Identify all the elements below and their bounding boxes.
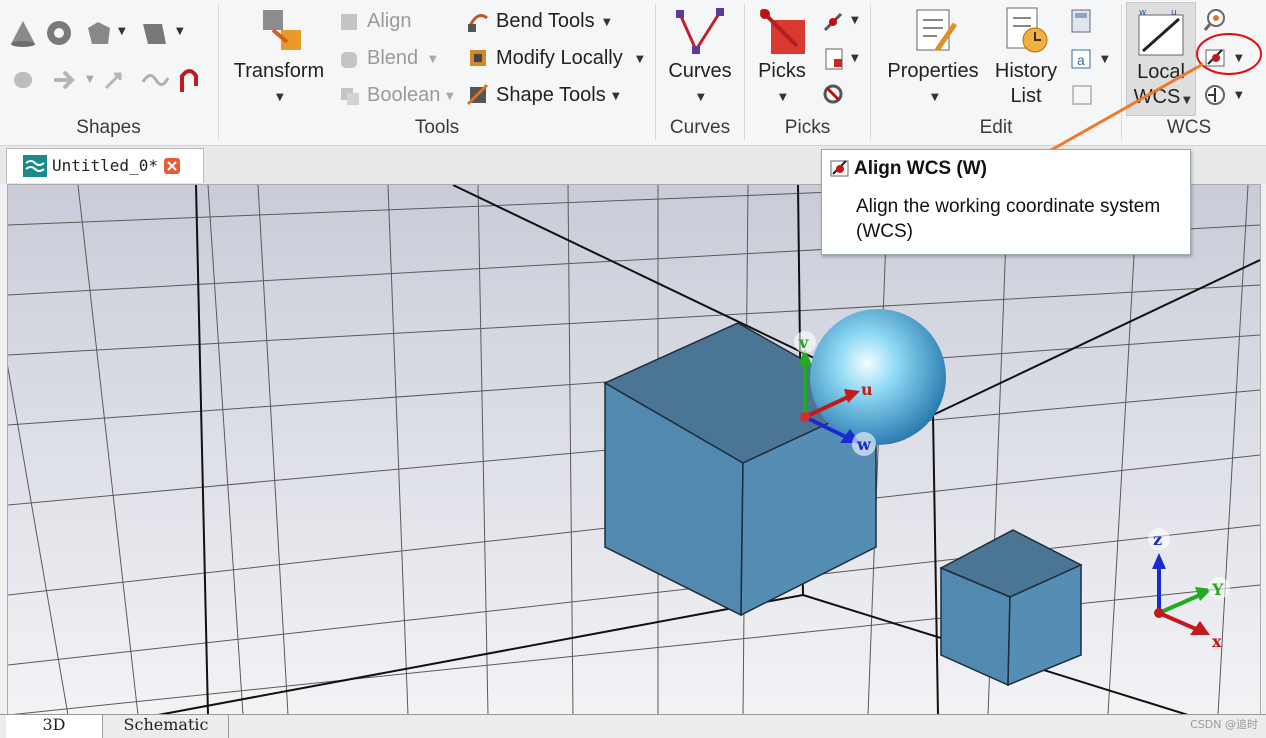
- picks-icon: [759, 8, 805, 54]
- picks-button[interactable]: Picks ▼: [747, 4, 817, 114]
- shape-dropdown-icon[interactable]: ▼: [118, 26, 126, 37]
- sweep-dropdown-icon: ▼: [86, 74, 94, 85]
- transform-label: Transform: [233, 60, 325, 82]
- local-wcs-icon: wu: [1138, 8, 1184, 56]
- shape-tools-button[interactable]: Shape Tools: [496, 84, 606, 107]
- curves-dropdown-icon: ▼: [697, 92, 705, 103]
- align-wcs-tooltip: Align WCS (W) Align the working coordina…: [821, 149, 1191, 255]
- tooltip-title: Align WCS (W): [854, 158, 987, 179]
- pick-point-dropdown-icon[interactable]: ▼: [851, 15, 859, 26]
- curves-icon: [676, 8, 724, 54]
- pick-point-icon[interactable]: [821, 8, 847, 34]
- align-wcs-icon: [830, 160, 849, 177]
- picks-group: Picks ▼ ▼ ▼ Picks: [745, 0, 870, 145]
- global-x-label: x: [1212, 632, 1222, 651]
- curves-label: Curves: [668, 60, 732, 82]
- tab-schematic[interactable]: Schematic: [104, 715, 229, 738]
- calculator-icon[interactable]: [1069, 8, 1093, 34]
- sphere[interactable]: [810, 309, 946, 445]
- watermark: CSDN @追时: [1190, 718, 1258, 731]
- extrude-icon[interactable]: [84, 18, 114, 48]
- view-tab-bar: 3D Schematic CSDN @追时: [0, 714, 1266, 738]
- bend-tools-icon: [467, 14, 488, 32]
- wire-icon: [141, 74, 170, 86]
- bondwire-icon[interactable]: [176, 66, 206, 94]
- svg-text:u: u: [1171, 8, 1177, 18]
- picks-dropdown-icon: ▼: [779, 92, 787, 103]
- wcs-w-label: w: [856, 435, 872, 454]
- history-list-icon: [1006, 7, 1048, 53]
- wcs-u-label: u: [861, 380, 873, 399]
- transform-button[interactable]: Transform ▼: [227, 4, 331, 114]
- transform-icon: [263, 10, 301, 50]
- 3d-viewport[interactable]: v u w z Y x: [7, 184, 1261, 716]
- document-icon: [23, 155, 47, 177]
- tooltip-description: Align the working coordinate system (WCS…: [856, 196, 1161, 242]
- blend-button: Blend: [367, 47, 419, 69]
- blend-icon: [341, 52, 357, 68]
- picks-label: Picks: [758, 60, 806, 82]
- document-tab-title: Untitled_0*: [52, 156, 158, 175]
- tools-group-label: Tools: [414, 117, 460, 138]
- boolean-icon: [341, 88, 359, 105]
- sweep-icon: [54, 70, 75, 90]
- loft-icon[interactable]: [140, 18, 170, 48]
- properties-dropdown-icon: ▼: [931, 92, 939, 103]
- shapes-group-label: Shapes: [76, 117, 141, 138]
- align-icon: [341, 14, 357, 30]
- shape-tools-dropdown-icon[interactable]: ▼: [612, 91, 620, 102]
- picks-group-label: Picks: [784, 117, 831, 138]
- shape-tools-icon: [466, 83, 489, 106]
- cone-icon[interactable]: [8, 18, 38, 48]
- properties-icon: [916, 9, 958, 52]
- blend-dropdown-icon: ▼: [429, 54, 437, 65]
- bend-tools-button[interactable]: Bend Tools: [496, 10, 595, 33]
- global-y-label: Y: [1211, 580, 1224, 599]
- transform-dropdown-icon: ▼: [276, 92, 284, 103]
- document-tab[interactable]: Untitled_0*: [6, 148, 204, 183]
- wcs-view-icon[interactable]: [1202, 6, 1228, 32]
- boolean-dropdown-icon: ▼: [446, 91, 454, 102]
- global-z-label: z: [1153, 530, 1162, 549]
- align-button: Align: [367, 10, 412, 32]
- transform-wcs-dropdown-icon[interactable]: ▼: [1235, 90, 1243, 101]
- modify-locally-dropdown-icon[interactable]: ▼: [636, 54, 644, 65]
- modify-locally-icon: [470, 50, 486, 66]
- wcs-v-label: v: [798, 333, 809, 352]
- loft-dropdown-icon[interactable]: ▼: [176, 26, 184, 37]
- curves-group-label: Curves: [669, 117, 731, 138]
- shapes-group: ▼ ▼ ▼ Shapes: [0, 0, 217, 145]
- bend-tools-dropdown-icon[interactable]: ▼: [603, 17, 611, 28]
- 3d-scene: v u w z Y x: [8, 185, 1260, 715]
- torus-icon[interactable]: [44, 18, 74, 48]
- properties-button[interactable]: Properties ▼: [879, 4, 987, 114]
- pick-list-icon[interactable]: [821, 46, 847, 72]
- curves-group: Curves ▼ Curves: [656, 0, 744, 145]
- close-icon[interactable]: [164, 158, 180, 174]
- tools-group: Transform ▼ Align Blend ▼ Boolean ▼ Bend…: [219, 0, 655, 145]
- clear-picks-icon[interactable]: [821, 82, 847, 108]
- rotate-icon: [104, 72, 122, 90]
- curves-button[interactable]: Curves ▼: [660, 4, 740, 114]
- tab-3d[interactable]: 3D: [6, 715, 103, 738]
- cylinder-icon: [14, 72, 32, 88]
- modify-locally-button[interactable]: Modify Locally: [496, 47, 623, 70]
- pick-list-dropdown-icon[interactable]: ▼: [851, 53, 859, 64]
- properties-label: Properties: [887, 60, 979, 82]
- boolean-button: Boolean: [367, 84, 441, 106]
- svg-text:w: w: [1139, 8, 1146, 18]
